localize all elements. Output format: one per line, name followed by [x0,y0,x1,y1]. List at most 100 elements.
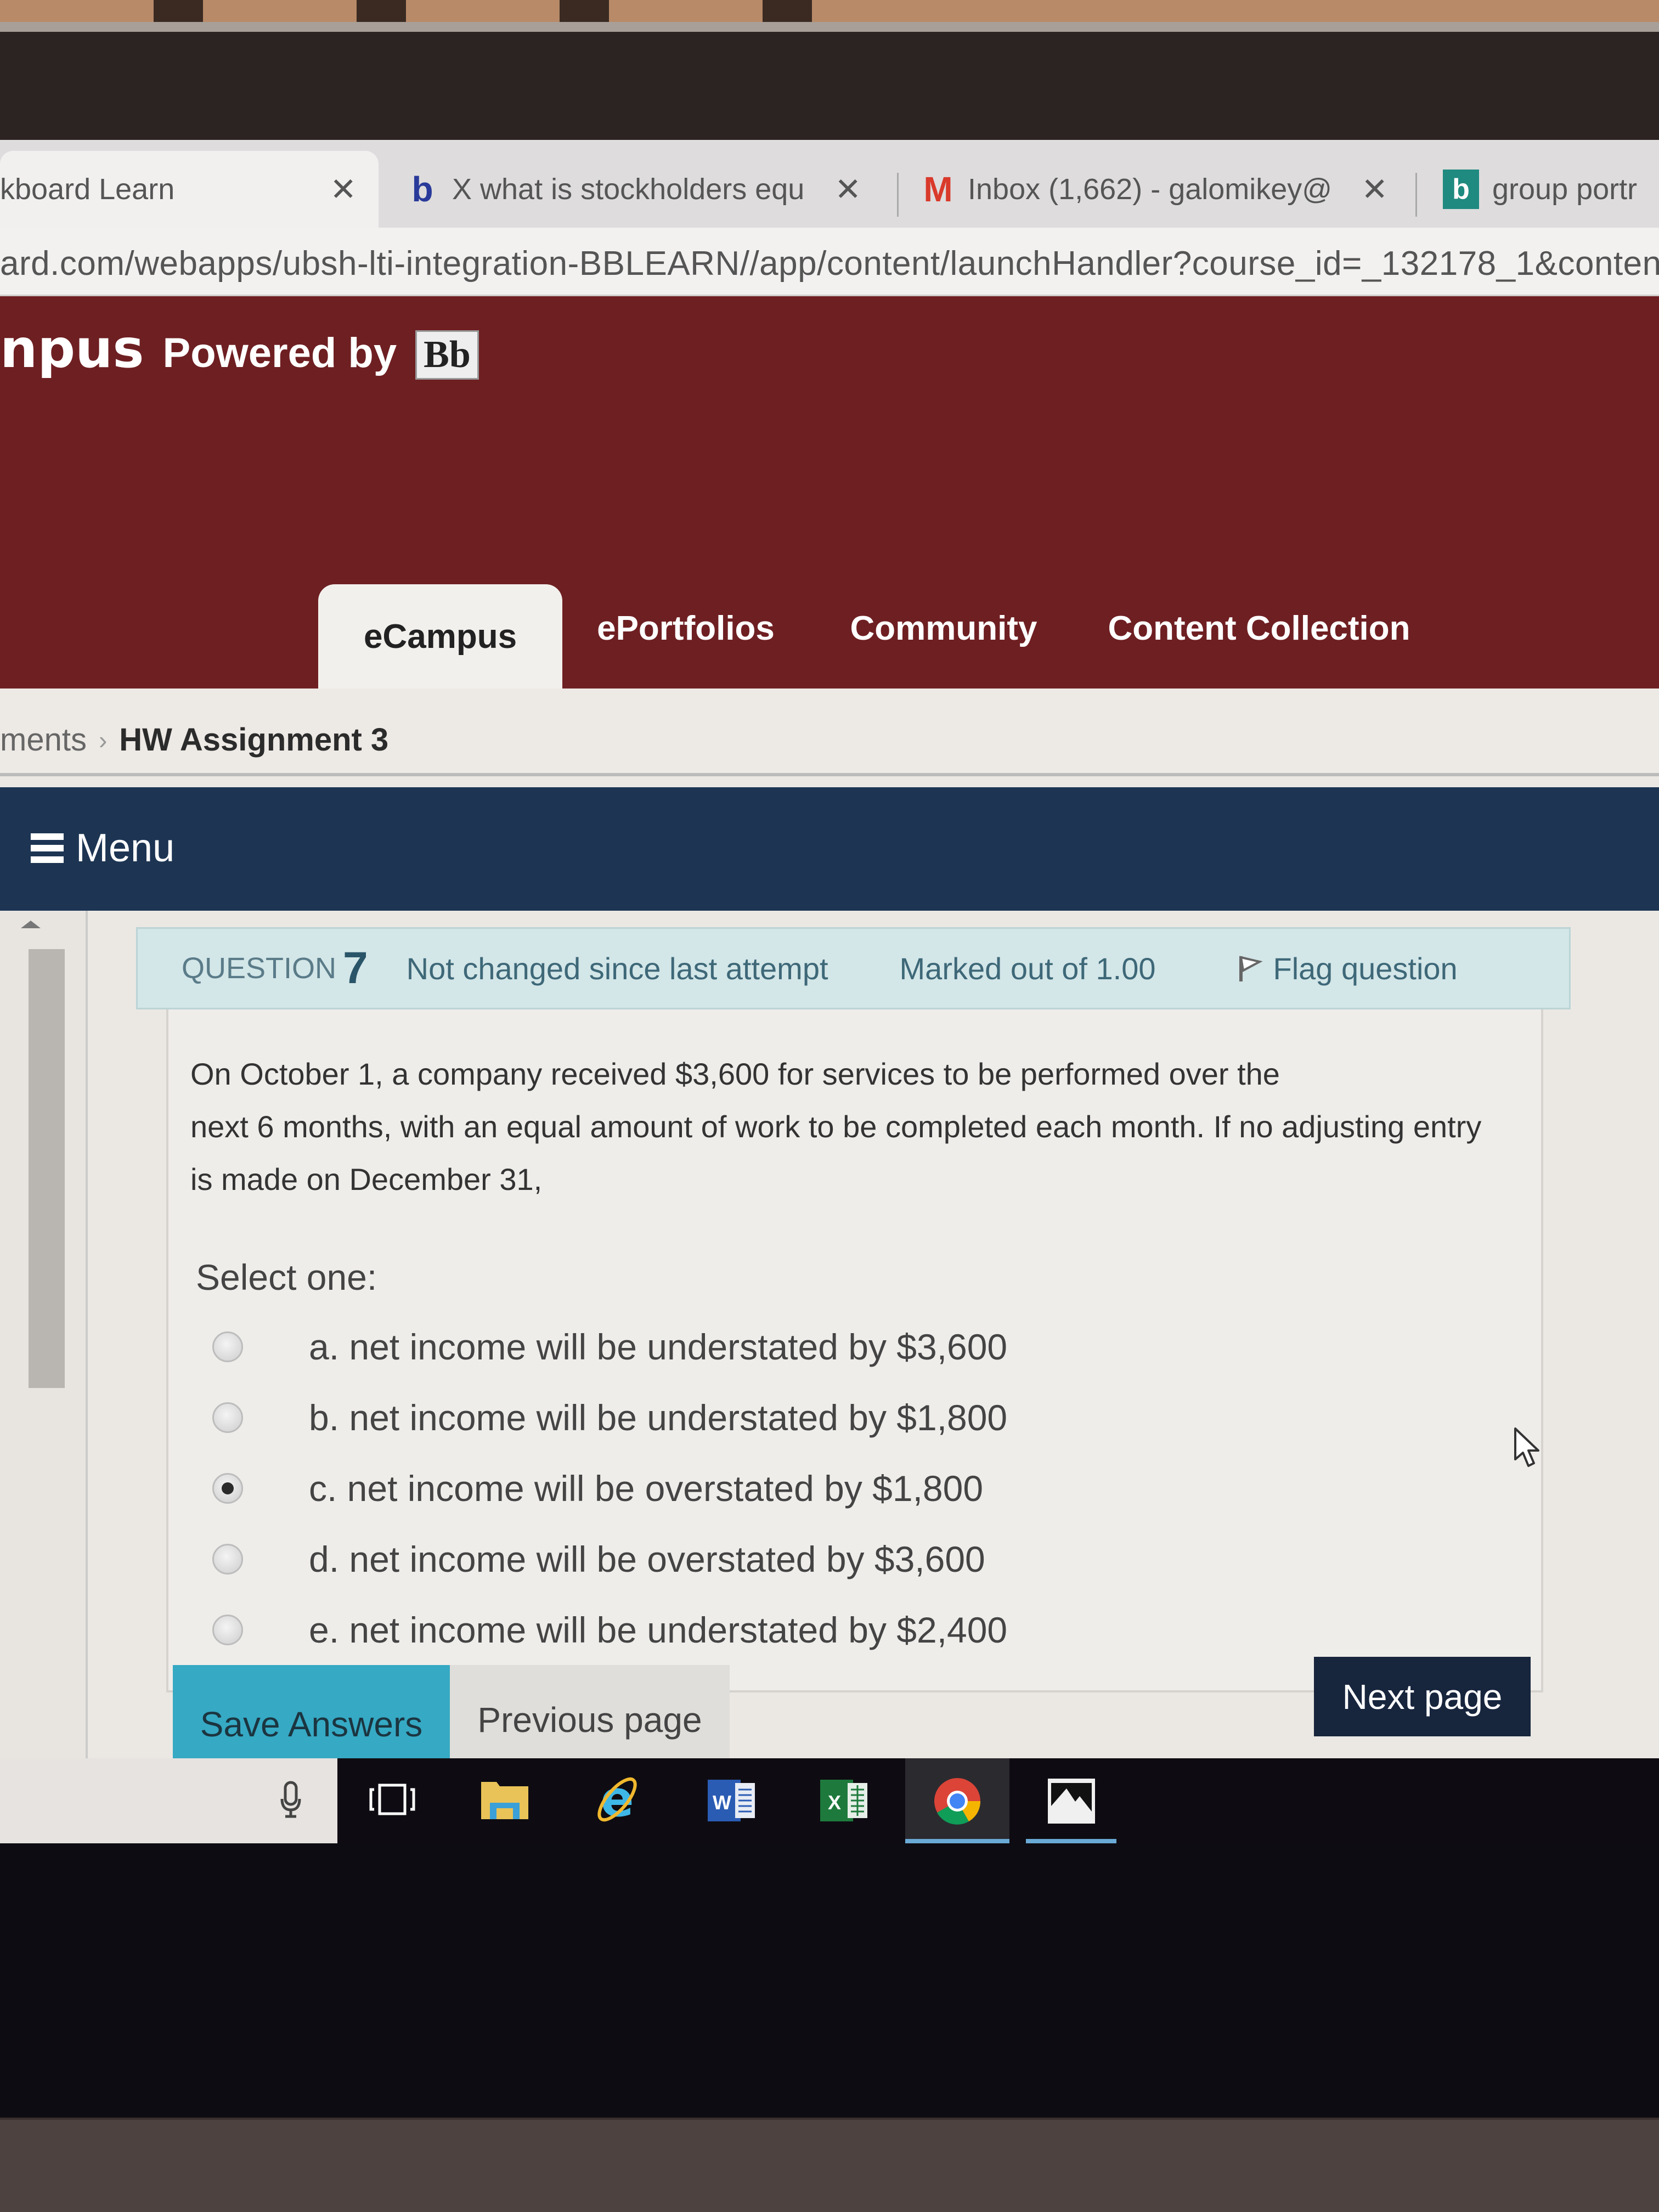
microsoft-word-icon[interactable]: W [702,1767,763,1832]
desk-surface [0,2118,1659,2212]
excel-glyph: X [820,1780,867,1821]
next-page-label: Next page [1342,1677,1503,1717]
bing-b-icon: b [411,170,433,209]
nav-tab-label: Content Collection [1108,609,1410,647]
windows-taskbar: e W X [0,1758,1659,1843]
folder-glyph [481,1782,528,1819]
svg-text:W: W [713,1791,731,1814]
google-chrome-icon[interactable] [905,1758,1009,1843]
nav-tab-ecampus[interactable]: eCampus [318,584,562,689]
option-label: c. net income will be overstated by $1,8… [309,1468,984,1509]
question-marks: Marked out of 1.00 [899,951,1156,986]
flag-question-button[interactable]: Flag question [1238,951,1458,986]
site-header: npus Powered by Bb eCampus ePortfolios C… [0,296,1659,689]
tab-blackboard-learn[interactable]: kboard Learn ✕ [0,151,379,228]
hamburger-icon [31,833,64,863]
radio-button[interactable] [212,1614,243,1645]
ie-glyph: e [597,1773,637,1826]
question-label: QUESTION [182,952,337,985]
answer-option-d[interactable]: d. net income will be overstated by $3,6… [212,1523,1007,1594]
nav-tab-label: ePortfolios [597,609,775,647]
microsoft-excel-icon[interactable]: X [815,1767,875,1832]
background-wall [0,0,1659,22]
close-tab-icon[interactable]: ✕ [834,171,861,208]
flag-question-label: Flag question [1273,951,1458,986]
wall-decoration [0,0,823,22]
brand: npus Powered by Bb [0,318,479,380]
scroll-thumb[interactable] [29,949,65,1388]
radio-button[interactable] [212,1402,243,1433]
close-tab-icon[interactable]: ✕ [1361,171,1388,208]
question-card: QUESTION 7 Not changed since last attemp… [136,927,1571,1692]
radio-button[interactable] [212,1543,243,1575]
gmail-icon: M [923,170,953,209]
running-indicator [1026,1839,1116,1843]
file-explorer-icon[interactable] [475,1767,535,1832]
option-label: a. net income will be understated by $3,… [309,1326,1008,1367]
breadcrumb-parent-link[interactable]: ments [0,721,87,758]
nav-tab-content-collection[interactable]: Content Collection [1103,568,1415,689]
question-text-line: next 6 months, with an equal amount of w… [190,1109,1482,1144]
question-info-bar: QUESTION 7 Not changed since last attemp… [136,927,1571,1009]
breadcrumb-current: HW Assignment 3 [119,722,389,758]
answer-option-c[interactable]: c. net income will be overstated by $1,8… [212,1453,1007,1523]
tab-group-portrait[interactable]: b group portr [1443,151,1659,228]
browser-tab-strip: kboard Learn ✕ b X what is stockholders … [0,140,1659,228]
answer-option-e[interactable]: e. net income will be understated by $2,… [212,1594,1007,1665]
answer-option-a[interactable]: a. net income will be understated by $3,… [212,1311,1007,1382]
running-indicator [905,1839,1009,1843]
task-view-icon[interactable] [362,1767,422,1832]
menu-label: Menu [76,826,175,870]
microphone-icon[interactable] [261,1767,321,1832]
internet-explorer-icon[interactable]: e [587,1767,647,1832]
nav-tab-community[interactable]: Community [839,568,1048,689]
photos-glyph [1047,1778,1095,1824]
photos-app-icon[interactable] [1026,1758,1116,1843]
course-menu-bar: Menu [0,787,1659,911]
question-text: On October 1, a company received $3,600 … [190,1048,1518,1206]
radio-button[interactable] [212,1331,243,1362]
answer-option-b[interactable]: b. net income will be understated by $1,… [212,1382,1007,1453]
question-number: 7 [343,943,368,993]
tab-gmail-inbox[interactable]: M Inbox (1,662) - galomikey@ ✕ [922,151,1410,228]
screen: kboard Learn ✕ b X what is stockholders … [0,140,1659,1893]
option-label: e. net income will be understated by $2,… [309,1609,1008,1650]
flag-icon [1239,956,1263,981]
bing-icon: b [1443,170,1479,209]
chevron-right-icon: › [98,725,108,754]
blackboard-logo: Bb [415,330,479,380]
photo-frame: kboard Learn ✕ b X what is stockholders … [0,0,1659,2212]
menu-button[interactable]: Menu [31,826,174,871]
previous-page-label: Previous page [477,1700,702,1740]
microphone-glyph [280,1781,301,1818]
question-text-line: On October 1, a company received $3,600 … [190,1057,1280,1091]
tab-bing-search[interactable]: b X what is stockholders equ ✕ [406,151,883,228]
address-bar[interactable]: ard.com/webapps/ubsh-lti-integration-BBL… [0,228,1659,296]
word-glyph: W [708,1780,755,1821]
tab-title: kboard Learn [0,173,175,206]
option-label: b. net income will be understated by $1,… [309,1397,1008,1438]
vertical-scrollbar[interactable] [0,911,88,1893]
tab-title: X what is stockholders equ [452,173,805,206]
nav-tab-label: Community [850,609,1037,647]
taskbar-search-box[interactable] [0,1758,337,1843]
svg-text:X: X [828,1791,841,1814]
nav-tab-label: eCampus [363,617,517,656]
scroll-up-arrow-icon[interactable] [21,921,41,928]
radio-button-selected[interactable] [212,1472,243,1504]
next-page-button[interactable]: Next page [1314,1657,1531,1736]
question-status: Not changed since last attempt [406,951,828,986]
answer-options: a. net income will be understated by $3,… [212,1311,1007,1665]
tab-separator [897,173,899,217]
monitor-bezel-bottom [0,1843,1659,2129]
powered-by-label: Powered by [162,330,397,376]
question-text-line: is made on December 31, [190,1162,543,1197]
task-view-glyph [369,1784,415,1815]
option-label: d. net income will be overstated by $3,6… [309,1538,985,1579]
close-tab-icon[interactable]: ✕ [330,171,357,208]
tab-title: Inbox (1,662) - galomikey@ [968,173,1333,206]
question-body: On October 1, a company received $3,600 … [166,1009,1543,1692]
nav-tab-eportfolios[interactable]: ePortfolios [587,568,785,689]
tab-separator [1415,173,1417,217]
url-text[interactable]: ard.com/webapps/ubsh-lti-integration-BBL… [0,244,1659,283]
